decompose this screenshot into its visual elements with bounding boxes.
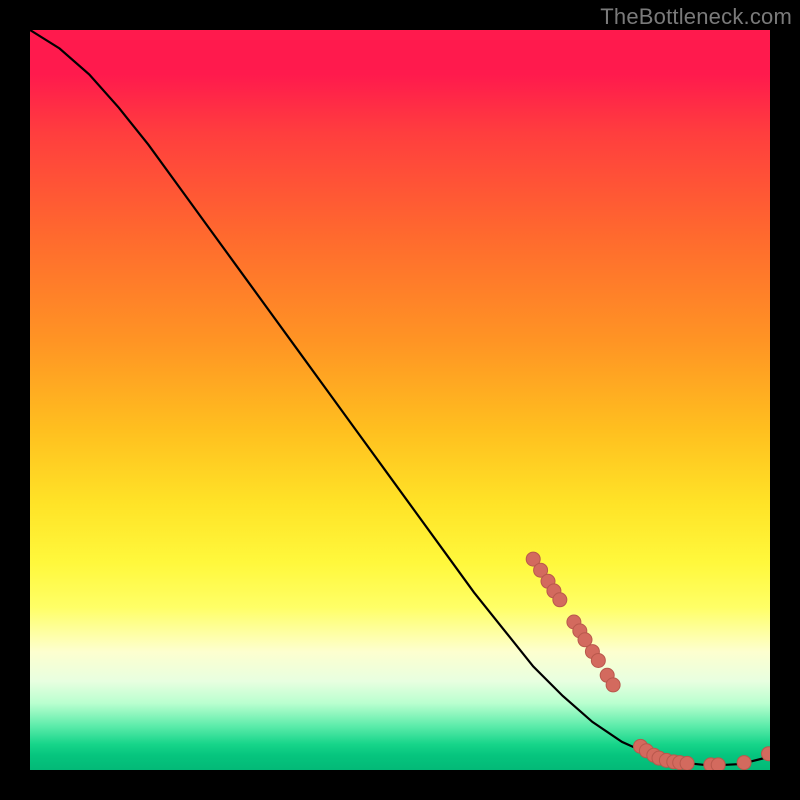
data-point-marker xyxy=(737,756,751,770)
bottleneck-curve xyxy=(30,30,770,766)
data-point-marker xyxy=(553,593,567,607)
chart-stage: TheBottleneck.com xyxy=(0,0,800,800)
plot-area xyxy=(30,30,770,770)
watermark-text: TheBottleneck.com xyxy=(600,4,792,30)
data-point-marker xyxy=(591,653,605,667)
data-markers xyxy=(526,552,770,770)
data-point-marker xyxy=(680,756,694,770)
data-point-marker xyxy=(711,758,725,770)
chart-overlay xyxy=(30,30,770,770)
data-point-marker xyxy=(606,678,620,692)
